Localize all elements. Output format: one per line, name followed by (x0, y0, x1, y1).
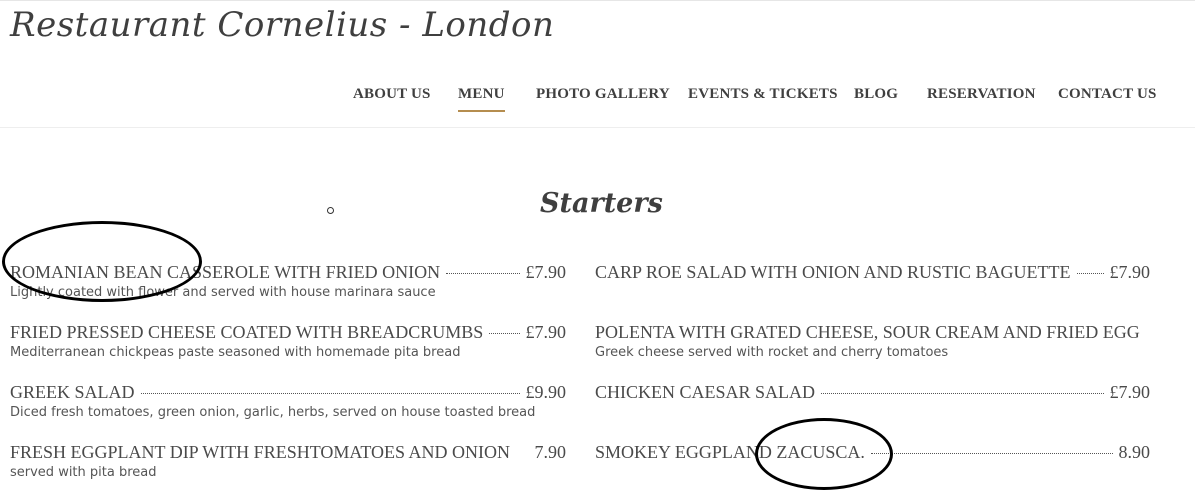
menu-item-left-1: ROMANIAN BEAN CASSEROLE WITH FRIED ONION… (10, 262, 566, 300)
menu-item-price: £7.90 (525, 322, 567, 342)
menu-item-right-3: CHICKEN CAESAR SALAD £7.90 (595, 382, 1150, 403)
menu-item-name: GREEK SALAD (10, 382, 135, 402)
menu-item-left-4: FRESH EGGPLANT DIP WITH FRESHTOMATOES AN… (10, 442, 566, 480)
main-nav: ABOUT US MENU PHOTO GALLERY EVENTS & TIC… (0, 86, 1195, 116)
nav-events-tickets[interactable]: EVENTS & TICKETS (688, 86, 838, 103)
menu-item-name: CARP ROE SALAD WITH ONION AND RUSTIC BAG… (595, 262, 1071, 282)
dotted-leader (489, 333, 520, 334)
menu-item-description: Mediterranean chickpeas paste seasoned w… (10, 345, 461, 360)
menu-item-name: FRESH EGGPLANT DIP WITH FRESHTOMATOES AN… (10, 442, 511, 462)
menu-item-left-3: GREEK SALAD £9.90 Diced fresh tomatoes, … (10, 382, 566, 420)
menu-item-price: £9.90 (525, 382, 567, 402)
menu-item-name: CHICKEN CAESAR SALAD (595, 382, 816, 402)
nav-contact-us[interactable]: CONTACT US (1058, 86, 1157, 103)
menu-item-description: Greek cheese served with rocket and cher… (595, 345, 949, 360)
dotted-leader (516, 453, 528, 454)
menu-item-right-4: SMOKEY EGGPLAND ZACUSCA. 8.90 (595, 442, 1150, 463)
menu-item-price: £7.90 (1109, 382, 1151, 402)
nav-about-us[interactable]: ABOUT US (353, 86, 431, 103)
menu-item-price: 7.90 (534, 442, 567, 462)
section-title-starters: Starters (540, 188, 663, 219)
nav-reservation[interactable]: RESERVATION (927, 86, 1036, 103)
dotted-leader (1076, 273, 1104, 274)
menu-item-name: SMOKEY EGGPLAND ZACUSCA. (595, 442, 865, 462)
menu-item-name: ROMANIAN BEAN CASSEROLE WITH FRIED ONION (10, 262, 441, 282)
menu-item-name: FRIED PRESSED CHEESE COATED WITH BREADCR… (10, 322, 484, 342)
menu-item-description: Diced fresh tomatoes, green onion, garli… (10, 405, 536, 420)
menu-item-name: POLENTA WITH GRATED CHEESE, SOUR CREAM A… (595, 322, 1140, 342)
menu-item-right-2: POLENTA WITH GRATED CHEESE, SOUR CREAM A… (595, 322, 1150, 360)
dotted-leader (870, 453, 1113, 454)
menu-item-left-2: FRIED PRESSED CHEESE COATED WITH BREADCR… (10, 322, 566, 360)
nav-menu[interactable]: MENU (458, 86, 505, 112)
menu-item-description: Lightly coated with flower and served wi… (10, 285, 436, 300)
dotted-leader (140, 393, 520, 394)
dotted-leader (446, 273, 520, 274)
menu-item-price: £7.90 (1109, 262, 1151, 282)
nav-blog[interactable]: BLOG (854, 86, 898, 103)
site-title[interactable]: Restaurant Cornelius - London (10, 5, 554, 45)
menu-item-description: served with pita bread (10, 465, 157, 480)
menu-item-right-1: CARP ROE SALAD WITH ONION AND RUSTIC BAG… (595, 262, 1150, 283)
cursor-marker-icon (325, 205, 336, 216)
nav-photo-gallery[interactable]: PHOTO GALLERY (536, 86, 670, 103)
dotted-leader (821, 393, 1104, 394)
menu-item-price: 8.90 (1118, 442, 1151, 462)
header-divider (0, 127, 1195, 128)
menu-item-price: £7.90 (525, 262, 567, 282)
top-border (0, 0, 1195, 1)
